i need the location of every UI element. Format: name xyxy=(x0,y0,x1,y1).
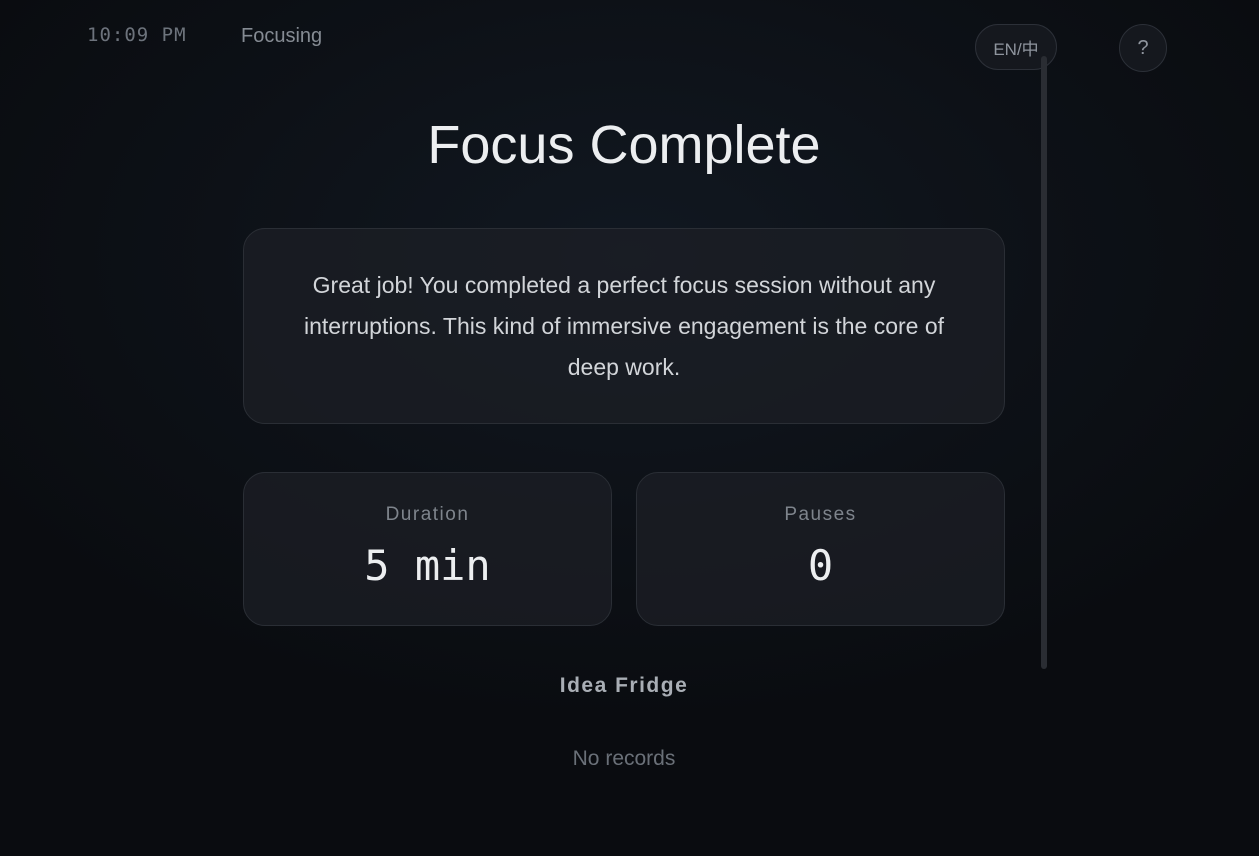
pauses-value: 0 xyxy=(807,541,834,590)
summary-message: Great job! You completed a perfect focus… xyxy=(303,271,945,380)
idea-fridge-empty-state: No records xyxy=(572,747,676,770)
duration-label: Duration xyxy=(385,504,470,525)
duration-stat-card: Duration 5 min xyxy=(243,472,612,626)
duration-value: 5 min xyxy=(364,541,491,590)
session-status: Focusing xyxy=(241,25,323,47)
clock: 10:09 PM xyxy=(87,24,187,46)
idea-fridge-title: Idea Fridge xyxy=(559,674,689,697)
help-button[interactable]: ? xyxy=(1119,24,1167,72)
pauses-stat-card: Pauses 0 xyxy=(636,472,1005,626)
summary-message-card: Great job! You completed a perfect focus… xyxy=(243,228,1005,424)
pauses-label: Pauses xyxy=(784,504,857,525)
page-title: Focus Complete xyxy=(427,115,821,175)
